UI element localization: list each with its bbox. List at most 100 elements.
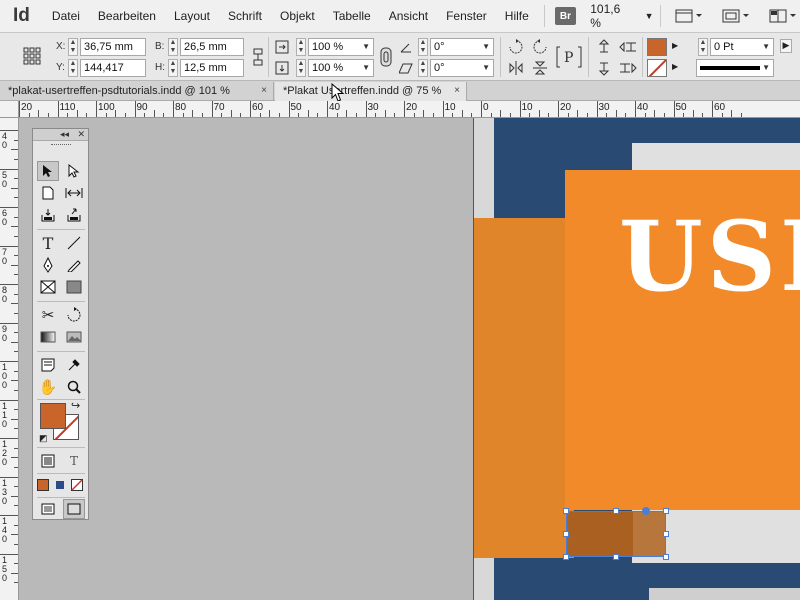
width-field[interactable]: 26,5 mm [180,38,244,56]
orange-side-frame[interactable] [474,218,574,558]
apply-gradient-icon[interactable] [52,475,68,495]
selection-handle[interactable] [613,554,619,560]
pen-tool-icon[interactable] [37,255,59,275]
stroke-weight-stepper[interactable]: ▲ ▼ [698,38,708,56]
shear-angle-field[interactable]: 0° ▼ [430,59,494,77]
default-colors-icon[interactable]: ◩ [39,433,48,444]
stroke-checkbox[interactable]: ▶ [780,39,792,53]
rotate-cw-icon[interactable] [506,37,526,57]
select-container-icon[interactable] [594,37,614,57]
stroke-type-select[interactable]: ▼ [696,59,774,77]
stroke-color-swatch[interactable] [647,59,667,77]
selection-handle[interactable] [563,508,569,514]
document-page[interactable]: USE [473,118,800,600]
rotate-angle-field[interactable]: 0° ▼ [430,38,494,56]
selection-tool-icon[interactable] [37,161,59,181]
chevron-right-icon[interactable]: ▶ [672,41,678,50]
pencil-tool-icon[interactable] [63,255,85,275]
menu-datei[interactable]: Datei [43,9,89,23]
reference-point-icon[interactable] [22,46,42,66]
vertical-ruler[interactable]: 40 50 60 70 80 90 100 110 120 130 140 150 [0,118,19,600]
selected-fold-frame[interactable] [566,511,666,557]
scale-y-stepper[interactable]: ▲ ▼ [296,59,306,77]
line-tool-icon[interactable] [63,233,85,253]
panel-grip[interactable] [33,141,88,149]
menu-schrift[interactable]: Schrift [219,9,271,23]
collapse-icon[interactable]: ◂◂ [60,129,69,140]
menu-objekt[interactable]: Objekt [271,9,324,23]
direct-selection-tool-icon[interactable] [63,161,85,181]
gradient-feather-tool-icon[interactable] [63,327,85,347]
height-field[interactable]: 12,5 mm [180,59,244,77]
selection-handle[interactable] [563,531,569,537]
constrain-proportions-icon[interactable] [248,47,268,67]
scale-y-field[interactable]: 100 % ▼ [308,59,374,77]
shear-stepper[interactable]: ▲ ▼ [418,59,428,77]
content-placer-icon[interactable] [63,205,85,225]
chevron-right-icon[interactable]: ▶ [672,62,678,71]
page-tool-icon[interactable] [37,183,59,203]
zoom-level-select[interactable]: 101,6 % ▼ [590,2,653,30]
select-previous-icon[interactable] [618,37,638,57]
rotate-stepper[interactable]: ▲ ▼ [418,38,428,56]
width-stepper[interactable]: ▲ ▼ [168,38,178,56]
fill-color-swatch[interactable] [647,38,667,56]
formatting-text-icon[interactable]: T [63,451,85,471]
hand-tool-icon[interactable]: ✋ [37,377,59,397]
menu-bearbeiten[interactable]: Bearbeiten [89,9,165,23]
rotate-ccw-icon[interactable] [530,37,550,57]
normal-view-mode-icon[interactable] [37,499,59,519]
arrange-documents-icon[interactable] [767,5,800,27]
selection-handle[interactable] [663,554,669,560]
fill-swatch-front[interactable] [40,403,66,429]
bridge-button[interactable]: Br [554,7,577,25]
selection-handle[interactable] [663,508,669,514]
scale-x-stepper[interactable]: ▲ ▼ [296,38,306,56]
flip-vertical-icon[interactable] [530,58,550,78]
type-tool-icon[interactable]: T [37,233,59,253]
y-position-field[interactable]: 144,417 mm [80,59,146,90]
x-position-field[interactable]: 36,75 mm [80,38,146,56]
preview-mode-icon[interactable] [63,499,85,519]
y-stepper[interactable]: ▲ ▼ [68,59,78,77]
select-content-icon[interactable] [594,58,614,78]
view-options-icon[interactable] [673,5,706,27]
rectangle-frame-tool-icon[interactable] [37,277,59,297]
bottom-grey-frame[interactable] [649,588,800,600]
swap-colors-icon[interactable]: ↪ [71,399,80,412]
ruler-origin[interactable] [0,101,19,118]
tools-panel-header[interactable]: ◂◂ ✕ [33,129,88,141]
gradient-swatch-tool-icon[interactable] [37,327,59,347]
link-scale-icon[interactable] [376,47,396,67]
close-icon[interactable]: ✕ [77,129,85,140]
eyedropper-tool-icon[interactable] [63,355,85,375]
rectangle-tool-icon[interactable] [63,277,85,297]
content-collector-icon[interactable] [37,205,59,225]
menu-tabelle[interactable]: Tabelle [324,9,380,23]
menu-ansicht[interactable]: Ansicht [380,9,437,23]
flip-horizontal-icon[interactable] [506,58,526,78]
horizontal-ruler[interactable]: 20 110 100 90 80 70 60 50 40 30 20 10 0 10 20 30 40 50 60 [19,101,800,118]
menu-layout[interactable]: Layout [165,9,219,23]
menu-fenster[interactable]: Fenster [437,9,496,23]
stroke-weight-field[interactable]: 0 Pt ▼ [710,38,774,56]
close-icon[interactable]: × [454,82,460,100]
headline-text[interactable]: USE [619,200,800,313]
x-stepper[interactable]: ▲ ▼ [68,38,78,56]
scissors-tool-icon[interactable]: ✂ [37,305,59,325]
zoom-tool-icon[interactable] [63,377,85,397]
selection-handle[interactable] [663,531,669,537]
apply-none-icon[interactable] [69,475,85,495]
apply-color-icon[interactable] [35,475,51,495]
height-stepper[interactable]: ▲ ▼ [168,59,178,77]
formatting-container-icon[interactable] [37,451,59,471]
free-transform-tool-icon[interactable] [63,305,85,325]
selection-handle[interactable] [563,554,569,560]
tab-plakat-psdtutorials[interactable]: *plakat-usertreffen-psdtutorials.indd @ … [0,82,274,101]
select-next-icon[interactable] [618,58,638,78]
content-grabber[interactable] [642,507,650,515]
screen-mode-icon[interactable] [720,5,753,27]
pasteboard[interactable]: USE [19,118,800,600]
menu-hilfe[interactable]: Hilfe [496,9,538,23]
tab-plakat-usertreffen[interactable]: *Plakat Usertreffen.indd @ 75 % × [275,82,467,101]
